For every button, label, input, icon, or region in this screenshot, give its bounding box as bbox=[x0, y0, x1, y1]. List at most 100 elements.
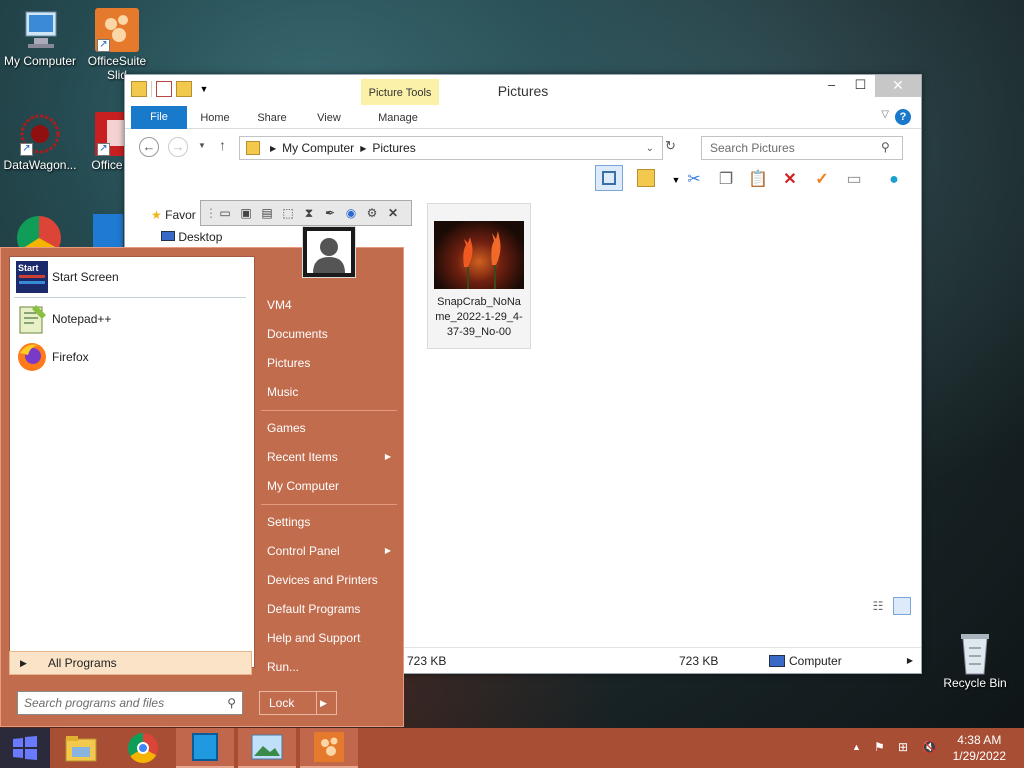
capture-window-icon[interactable]: ▭ bbox=[216, 204, 234, 222]
tab-file[interactable]: File bbox=[131, 106, 187, 129]
close-button[interactable]: ✕ bbox=[875, 75, 921, 97]
cut-icon[interactable]: ✂ bbox=[683, 169, 705, 191]
user-avatar[interactable] bbox=[302, 226, 356, 278]
system-clock[interactable]: 4:38 AM 1/29/2022 bbox=[953, 732, 1006, 764]
help-icon[interactable]: ? bbox=[895, 109, 911, 125]
breadcrumb-my-computer[interactable]: My Computer bbox=[282, 141, 354, 155]
start-item-pictures[interactable]: Pictures bbox=[259, 350, 397, 376]
arrow-right-icon: ▶ bbox=[384, 546, 391, 555]
details-view-icon[interactable]: ☷ bbox=[869, 597, 887, 615]
start-item-devices-printers[interactable]: Devices and Printers bbox=[259, 567, 397, 593]
expand-icon[interactable]: ▶ bbox=[907, 656, 913, 665]
divider bbox=[316, 692, 317, 714]
breadcrumb-pictures[interactable]: Pictures bbox=[372, 141, 415, 155]
start-item-documents[interactable]: Documents bbox=[259, 321, 397, 347]
nav-desktop-label: Desktop bbox=[178, 230, 223, 244]
copy-icon[interactable]: ❐ bbox=[715, 169, 737, 191]
lock-button[interactable]: Lock ▶ bbox=[259, 691, 337, 715]
start-item-run[interactable]: Run... bbox=[259, 654, 397, 680]
desktop-icon-datawagon[interactable]: ↗ DataWagon... bbox=[0, 112, 80, 172]
recent-locations-icon[interactable]: ▼ bbox=[198, 141, 206, 150]
web-capture-icon[interactable]: ◉ bbox=[342, 204, 360, 222]
drag-handle-icon[interactable]: ⋮ bbox=[205, 204, 217, 222]
show-hidden-icons-button[interactable]: ▲ bbox=[852, 742, 861, 752]
start-item-settings[interactable]: Settings bbox=[259, 509, 397, 535]
windows-logo-icon bbox=[13, 736, 37, 760]
command-toolbar: ▼ ✂ ❐ 📋 ✕ ✓ ▭ ● bbox=[125, 163, 921, 193]
volume-muted-icon[interactable]: 🔇 bbox=[922, 740, 937, 754]
taskbar-file-explorer[interactable] bbox=[52, 728, 110, 768]
nav-favorites[interactable]: ★ Favor bbox=[151, 208, 196, 222]
window-controls: – ☐ ✕ bbox=[817, 75, 921, 97]
start-item-help-support[interactable]: Help and Support bbox=[259, 625, 397, 651]
start-search-placeholder: Search programs and files bbox=[24, 696, 165, 710]
expand-ribbon-icon[interactable]: ▽ bbox=[881, 109, 889, 120]
large-icons-view-icon[interactable] bbox=[893, 597, 911, 615]
properties-folder-icon[interactable] bbox=[637, 169, 655, 187]
start-item-recent-items[interactable]: Recent Items ▶ bbox=[259, 444, 397, 470]
vm-desktop-icon[interactable] bbox=[93, 214, 123, 248]
field-icon[interactable]: ▭ bbox=[843, 169, 865, 191]
file-thumbnail[interactable]: SnapCrab_NoNa me_2022-1-29_4- 37-39_No-0… bbox=[427, 203, 531, 349]
folder-icon bbox=[246, 141, 260, 155]
taskbar-officesuite[interactable] bbox=[300, 728, 358, 768]
app-window-icon bbox=[192, 733, 218, 761]
start-item-control-panel[interactable]: Control Panel ▶ bbox=[259, 538, 397, 564]
start-screen-tile-label: Start bbox=[18, 263, 39, 273]
back-button[interactable]: ← bbox=[139, 137, 159, 157]
shutdown-options-arrow-icon[interactable]: ▶ bbox=[320, 692, 327, 714]
tab-home[interactable]: Home bbox=[195, 108, 235, 129]
action-center-flag-icon[interactable]: ⚑ bbox=[874, 740, 885, 754]
settings-gear-icon[interactable]: ⚙ bbox=[363, 204, 381, 222]
tab-share[interactable]: Share bbox=[251, 108, 293, 129]
officesuite-icon: ↗ bbox=[95, 8, 139, 52]
datawagon-icon: ↗ bbox=[18, 112, 62, 156]
star-icon: ★ bbox=[151, 208, 162, 222]
taskbar-photos[interactable] bbox=[238, 728, 296, 768]
desktop-icon-label: Recycle Bin bbox=[943, 676, 1007, 690]
forward-button[interactable]: → bbox=[168, 137, 188, 157]
taskbar-chrome[interactable] bbox=[114, 728, 172, 768]
start-menu: Start Start Screen Notepad++ Firefox ▶ A… bbox=[0, 226, 404, 727]
desktop-icon-officesuite[interactable]: ↗ OfficeSuite Slid bbox=[77, 8, 157, 82]
network-icon[interactable]: ⊞ bbox=[898, 740, 908, 754]
nav-desktop[interactable]: Desktop bbox=[161, 230, 222, 244]
delete-icon[interactable]: ✕ bbox=[779, 169, 801, 191]
start-item-my-computer[interactable]: My Computer bbox=[259, 473, 397, 499]
close-icon[interactable]: ✕ bbox=[384, 204, 402, 222]
start-item-default-programs[interactable]: Default Programs bbox=[259, 596, 397, 622]
start-item-vm4[interactable]: VM4 bbox=[259, 292, 397, 318]
refresh-button[interactable]: ↻ bbox=[665, 138, 685, 160]
start-button[interactable] bbox=[0, 728, 50, 768]
up-button[interactable]: ↑ bbox=[219, 137, 226, 153]
address-bar[interactable]: ▶ My Computer ▶ Pictures ⌄ bbox=[239, 136, 663, 160]
program-notepadpp[interactable]: Notepad++ bbox=[16, 303, 111, 335]
desktop-icon-my-computer[interactable]: My Computer bbox=[0, 8, 80, 68]
all-programs-button[interactable]: ▶ All Programs bbox=[9, 651, 252, 675]
start-item-games[interactable]: Games bbox=[259, 415, 397, 441]
capture-timer-icon[interactable]: ⧗ bbox=[300, 204, 318, 222]
officesuite-icon bbox=[314, 732, 344, 762]
title-bar: ▼ Picture Tools Pictures – ☐ ✕ bbox=[125, 75, 921, 105]
capture-desktop-icon[interactable]: ▤ bbox=[258, 204, 276, 222]
taskbar-app-blue[interactable] bbox=[176, 728, 234, 768]
preview-pane-icon[interactable] bbox=[595, 165, 623, 191]
rename-check-icon[interactable]: ✓ bbox=[811, 169, 833, 191]
tab-view[interactable]: View bbox=[309, 108, 349, 129]
desktop-icon-recycle-bin[interactable]: Recycle Bin bbox=[935, 630, 1015, 690]
capture-region-icon[interactable]: ⬚ bbox=[279, 204, 297, 222]
program-start-screen[interactable]: Start Start Screen bbox=[16, 261, 119, 293]
maximize-button[interactable]: ☐ bbox=[846, 75, 875, 97]
capture-client-icon[interactable]: ▣ bbox=[237, 204, 255, 222]
program-firefox[interactable]: Firefox bbox=[16, 341, 89, 373]
minimize-button[interactable]: – bbox=[817, 75, 846, 97]
start-item-music[interactable]: Music bbox=[259, 379, 397, 405]
shell-icon[interactable]: ● bbox=[883, 169, 905, 191]
eyedropper-icon[interactable]: ✒ bbox=[321, 204, 339, 222]
address-row: ← → ▼ ↑ ▶ My Computer ▶ Pictures ⌄ ↻ Sea… bbox=[125, 129, 921, 163]
address-dropdown-icon[interactable]: ⌄ bbox=[646, 143, 654, 154]
paste-icon[interactable]: 📋 bbox=[747, 169, 769, 191]
tab-manage[interactable]: Manage bbox=[367, 108, 429, 129]
search-input[interactable]: Search Pictures bbox=[701, 136, 903, 160]
start-search-input[interactable]: Search programs and files ⚲ bbox=[17, 691, 243, 715]
